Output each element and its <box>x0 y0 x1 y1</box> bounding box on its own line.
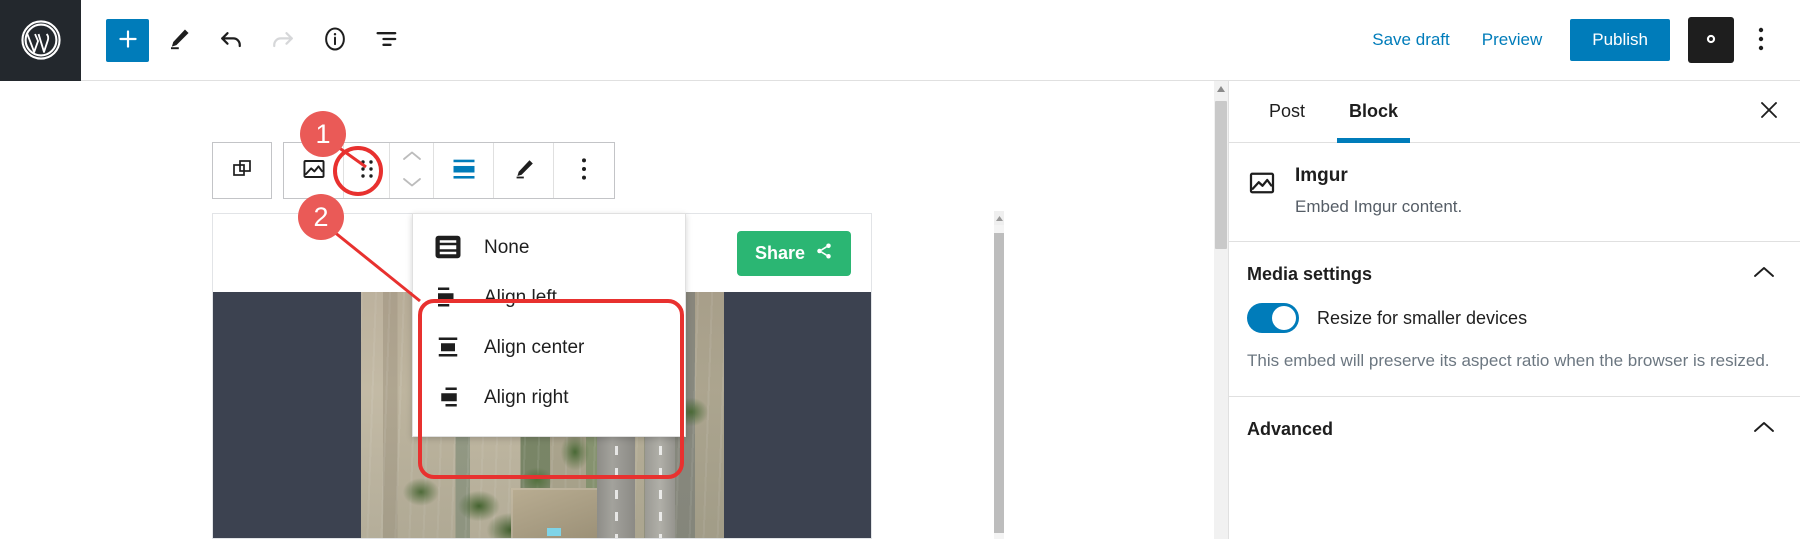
wordpress-block-editor: Save draft Preview Publish Share None Al… <box>0 0 1800 539</box>
close-sidebar-button[interactable] <box>1738 81 1800 142</box>
panel-media-settings: Media settings Resize for smaller device… <box>1229 242 1800 396</box>
share-button[interactable]: Share <box>736 230 851 276</box>
photo-detail <box>547 528 561 536</box>
select-parent-block-button[interactable] <box>213 143 271 198</box>
canvas-scrollbar-thumb[interactable] <box>1215 101 1227 249</box>
panel-title: Advanced <box>1247 418 1334 439</box>
image-embed-icon <box>1247 168 1277 203</box>
settings-sidebar: Post Block Imgur Embed Imgur content. Me… <box>1228 81 1800 539</box>
publish-button[interactable]: Publish <box>1570 19 1670 61</box>
pencil-icon <box>512 157 536 184</box>
share-button-label: Share <box>754 242 805 263</box>
resize-toggle-label: Resize for smaller devices <box>1317 307 1528 328</box>
embed-scrollbar[interactable] <box>994 211 1004 539</box>
sidebar-tabs: Post Block <box>1229 81 1800 143</box>
wordpress-logo-icon <box>20 19 62 61</box>
annotation-badge-1: 1 <box>300 111 346 157</box>
parent-block-group <box>212 142 272 199</box>
scroll-up-arrow-icon[interactable] <box>1216 83 1226 95</box>
kebab-menu-icon <box>1758 26 1764 55</box>
panel-media-settings-header[interactable]: Media settings <box>1229 242 1800 303</box>
align-center-icon <box>433 332 463 362</box>
panel-media-settings-body: Resize for smaller devices This embed wi… <box>1229 303 1800 396</box>
align-left-icon <box>433 282 463 312</box>
align-menu-item-center[interactable]: Align center <box>413 322 685 372</box>
redo-button[interactable] <box>261 18 305 62</box>
block-description: Embed Imgur content. <box>1295 197 1463 216</box>
drag-block-handle[interactable] <box>344 143 390 198</box>
resize-help-text: This embed will preserve its aspect rati… <box>1247 351 1770 370</box>
align-none-icon <box>433 232 463 262</box>
align-menu-label: Align center <box>484 336 585 358</box>
align-dropdown-menu: None Align left Align center Align right <box>412 213 686 437</box>
chevron-up-icon[interactable] <box>402 148 422 166</box>
align-menu-label: Align left <box>484 286 557 308</box>
align-right-icon <box>433 382 463 412</box>
kebab-menu-icon <box>581 157 587 184</box>
align-menu-label: Align right <box>484 386 569 408</box>
list-view-button[interactable] <box>365 18 409 62</box>
scroll-up-arrow-icon[interactable] <box>994 211 1004 225</box>
edit-tool-button[interactable] <box>157 18 201 62</box>
embed-scrollbar-thumb[interactable] <box>994 233 1004 533</box>
align-none-icon <box>450 155 478 186</box>
tab-post[interactable]: Post <box>1247 81 1327 142</box>
block-card: Imgur Embed Imgur content. <box>1229 143 1800 242</box>
align-menu-label: None <box>484 236 530 258</box>
align-menu-item-right[interactable]: Align right <box>413 372 685 422</box>
chevron-up-icon[interactable] <box>1752 265 1776 284</box>
gear-icon <box>1698 26 1724 55</box>
info-circle-icon <box>321 25 349 56</box>
move-block-controls <box>390 143 434 198</box>
align-toolbar-button[interactable] <box>434 143 494 198</box>
edit-block-button[interactable] <box>494 143 554 198</box>
toggle-knob <box>1272 306 1296 330</box>
drag-dots-icon <box>360 158 374 183</box>
panel-advanced-header[interactable]: Advanced <box>1229 397 1800 458</box>
plus-icon <box>115 26 141 55</box>
align-menu-item-left[interactable]: Align left <box>413 272 685 322</box>
details-button[interactable] <box>313 18 357 62</box>
close-icon <box>1757 98 1781 125</box>
parent-block-layers-icon <box>230 157 254 184</box>
save-draft-button[interactable]: Save draft <box>1356 20 1466 60</box>
block-card-text: Imgur Embed Imgur content. <box>1295 165 1462 217</box>
redo-arrow-icon <box>269 25 297 56</box>
add-block-button[interactable] <box>106 18 149 62</box>
block-title: Imgur <box>1295 165 1348 186</box>
editor-tools-group <box>81 18 409 62</box>
preview-button[interactable]: Preview <box>1466 20 1558 60</box>
image-embed-icon <box>301 156 327 185</box>
align-menu-item-none[interactable]: None <box>413 222 685 272</box>
more-options-button[interactable] <box>1740 17 1782 63</box>
editor-canvas: Share None Align left Align center Align… <box>0 81 1228 539</box>
wordpress-logo-button[interactable] <box>0 0 81 81</box>
chevron-down-icon[interactable] <box>402 175 422 193</box>
settings-button[interactable] <box>1688 17 1734 63</box>
tab-block[interactable]: Block <box>1327 81 1420 143</box>
panel-advanced: Advanced <box>1229 395 1800 458</box>
pencil-icon <box>166 26 192 55</box>
annotation-badge-2: 2 <box>298 194 344 240</box>
block-toolbar <box>212 142 615 199</box>
editor-top-bar: Save draft Preview Publish <box>0 0 1800 81</box>
undo-arrow-icon <box>217 25 245 56</box>
undo-button[interactable] <box>209 18 253 62</box>
resize-for-smaller-devices-toggle[interactable] <box>1247 303 1299 333</box>
list-view-icon <box>373 25 401 56</box>
chevron-up-icon[interactable] <box>1752 420 1776 439</box>
share-network-icon <box>815 242 833 265</box>
resize-toggle-row: Resize for smaller devices <box>1247 303 1776 333</box>
top-bar-actions: Save draft Preview Publish <box>1356 17 1800 63</box>
canvas-scrollbar[interactable] <box>1214 81 1228 539</box>
panel-title: Media settings <box>1247 264 1373 284</box>
block-more-options-button[interactable] <box>554 143 614 198</box>
